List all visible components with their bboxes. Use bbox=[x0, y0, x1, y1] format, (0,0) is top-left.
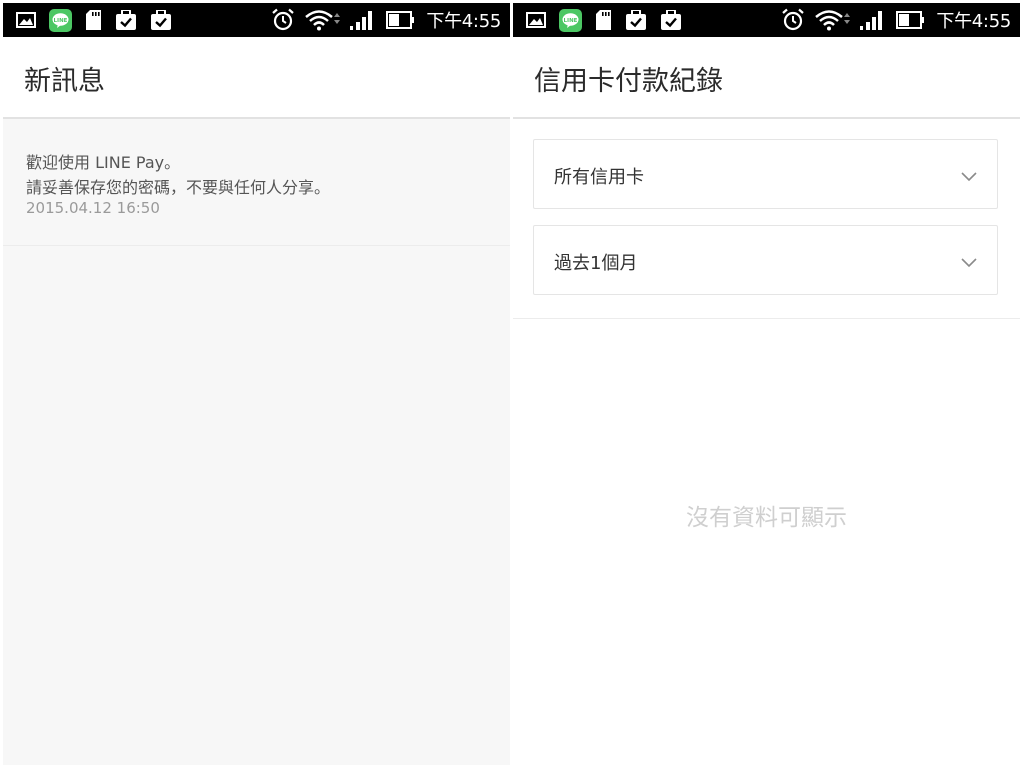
period-filter-dropdown[interactable]: 過去1個月 bbox=[533, 225, 998, 295]
battery-icon bbox=[896, 11, 926, 29]
status-bar: LINE 下午4:55 bbox=[513, 3, 1020, 37]
task-check-icon bbox=[150, 10, 172, 30]
sd-card-icon bbox=[85, 10, 102, 30]
task-check-icon bbox=[625, 10, 647, 30]
gallery-icon bbox=[526, 12, 546, 28]
battery-icon bbox=[386, 11, 416, 29]
empty-state-message: 沒有資料可顯示 bbox=[686, 505, 847, 531]
message-item[interactable]: 歡迎使用 LINE Pay。 請妥善保存您的密碼，不要與任何人分享。 2015.… bbox=[3, 119, 510, 246]
task-check-icon bbox=[660, 10, 682, 30]
page-title: 新訊息 bbox=[24, 66, 105, 97]
status-time: 下午4:55 bbox=[936, 11, 1011, 32]
message-date: 2015.04.12 16:50 bbox=[26, 199, 160, 217]
right-screen: LINE 下午4:55 信用卡付款紀錄 所有信用卡 過去1個月 沒有資料可顯示 bbox=[513, 3, 1020, 765]
wifi-icon bbox=[304, 9, 344, 31]
left-screen: LINE 下午4:55 新訊息 歡迎使用 LINE Pay。 請妥善保存您的密碼… bbox=[3, 3, 510, 765]
alarm-icon bbox=[271, 8, 295, 32]
card-filter-dropdown[interactable]: 所有信用卡 bbox=[533, 139, 998, 209]
status-time: 下午4:55 bbox=[426, 11, 501, 32]
app-bar: 信用卡付款紀錄 bbox=[513, 37, 1020, 119]
alarm-icon bbox=[781, 8, 805, 32]
status-bar: LINE 下午4:55 bbox=[3, 3, 510, 37]
line-app-icon: LINE bbox=[49, 8, 72, 32]
svg-text:LINE: LINE bbox=[54, 17, 68, 23]
filter-panel: 所有信用卡 過去1個月 bbox=[513, 119, 1020, 319]
gallery-icon bbox=[16, 12, 36, 28]
line-app-icon: LINE bbox=[559, 8, 582, 32]
message-line-2: 請妥善保存您的密碼，不要與任何人分享。 bbox=[26, 178, 331, 197]
signal-icon bbox=[860, 10, 886, 30]
chevron-down-icon bbox=[961, 167, 977, 186]
card-filter-value: 所有信用卡 bbox=[554, 167, 644, 188]
wifi-icon bbox=[814, 9, 854, 31]
page-title: 信用卡付款紀錄 bbox=[534, 66, 723, 97]
chevron-down-icon bbox=[961, 253, 977, 272]
message-line-1: 歡迎使用 LINE Pay。 bbox=[26, 153, 181, 172]
sd-card-icon bbox=[595, 10, 612, 30]
svg-text:LINE: LINE bbox=[564, 17, 578, 23]
period-filter-value: 過去1個月 bbox=[554, 253, 638, 274]
signal-icon bbox=[350, 10, 376, 30]
task-check-icon bbox=[115, 10, 137, 30]
app-bar: 新訊息 bbox=[3, 37, 510, 119]
